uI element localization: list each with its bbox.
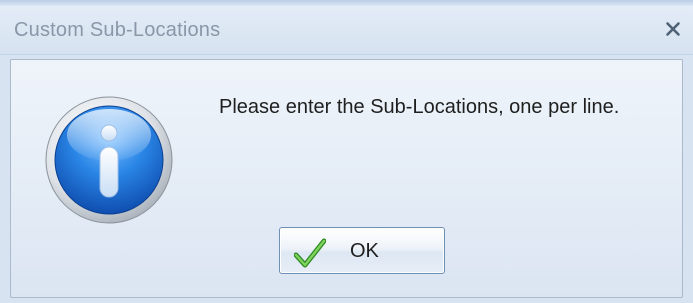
- ok-button-label: OK: [350, 240, 379, 262]
- checkmark-icon: [294, 238, 326, 268]
- close-icon: [666, 22, 680, 36]
- dialog-message: Please enter the Sub-Locations, one per …: [219, 96, 620, 118]
- custom-sub-locations-dialog: Custom Sub-Locations Please enter the Su…: [0, 6, 693, 303]
- ok-button[interactable]: OK: [279, 227, 445, 274]
- dialog-content-panel: Please enter the Sub-Locations, one per …: [10, 59, 683, 298]
- info-icon: [45, 96, 173, 224]
- dialog-titlebar[interactable]: Custom Sub-Locations: [0, 6, 693, 55]
- close-button[interactable]: [661, 16, 685, 42]
- dialog-title: Custom Sub-Locations: [14, 19, 221, 41]
